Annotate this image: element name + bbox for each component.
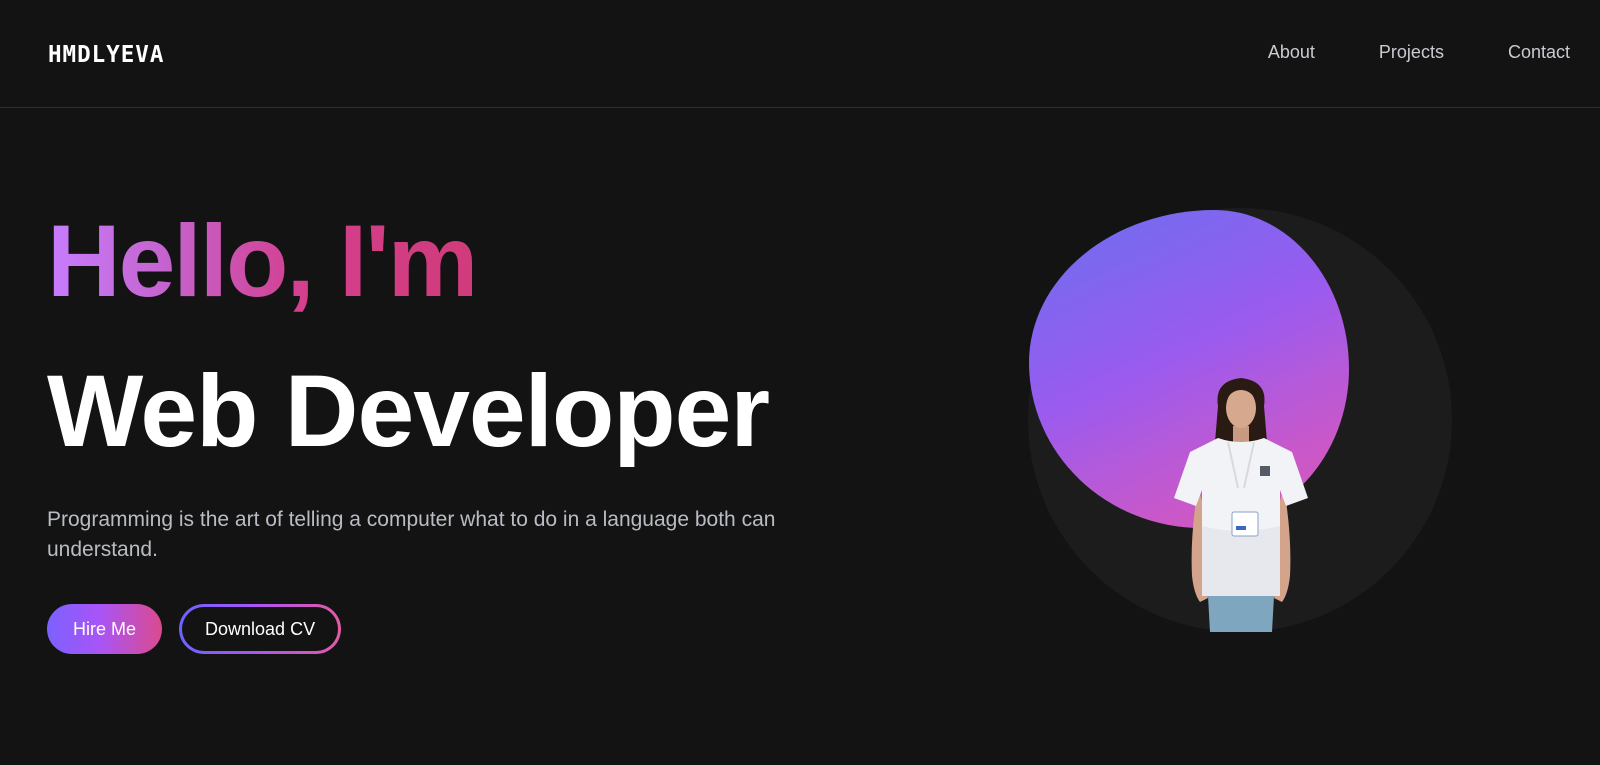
- nav-link-about[interactable]: About: [1268, 42, 1315, 63]
- hero-description: Programming is the art of telling a comp…: [47, 508, 776, 561]
- hire-me-button[interactable]: Hire Me: [47, 604, 163, 654]
- hero-title: Web Developer: [47, 354, 770, 468]
- site-header: HMDLYEVA About Projects Contact: [0, 0, 1600, 108]
- profile-photo: [1174, 378, 1308, 632]
- download-cv-label: Download CV: [182, 607, 339, 651]
- hero-greeting: Hello, I'm: [47, 200, 478, 322]
- main-nav: About Projects Contact: [1268, 42, 1570, 63]
- site-logo[interactable]: HMDLYEVA: [48, 42, 164, 68]
- nav-link-contact[interactable]: Contact: [1508, 42, 1570, 63]
- nav-link-projects[interactable]: Projects: [1379, 42, 1444, 63]
- hero-image-section: [1028, 208, 1452, 632]
- hero-text-section: Hello, I'm Web Developer Programming is …: [47, 200, 947, 654]
- download-cv-button[interactable]: Download CV: [179, 604, 342, 654]
- hero-buttons: Hire Me Download CV: [47, 604, 342, 654]
